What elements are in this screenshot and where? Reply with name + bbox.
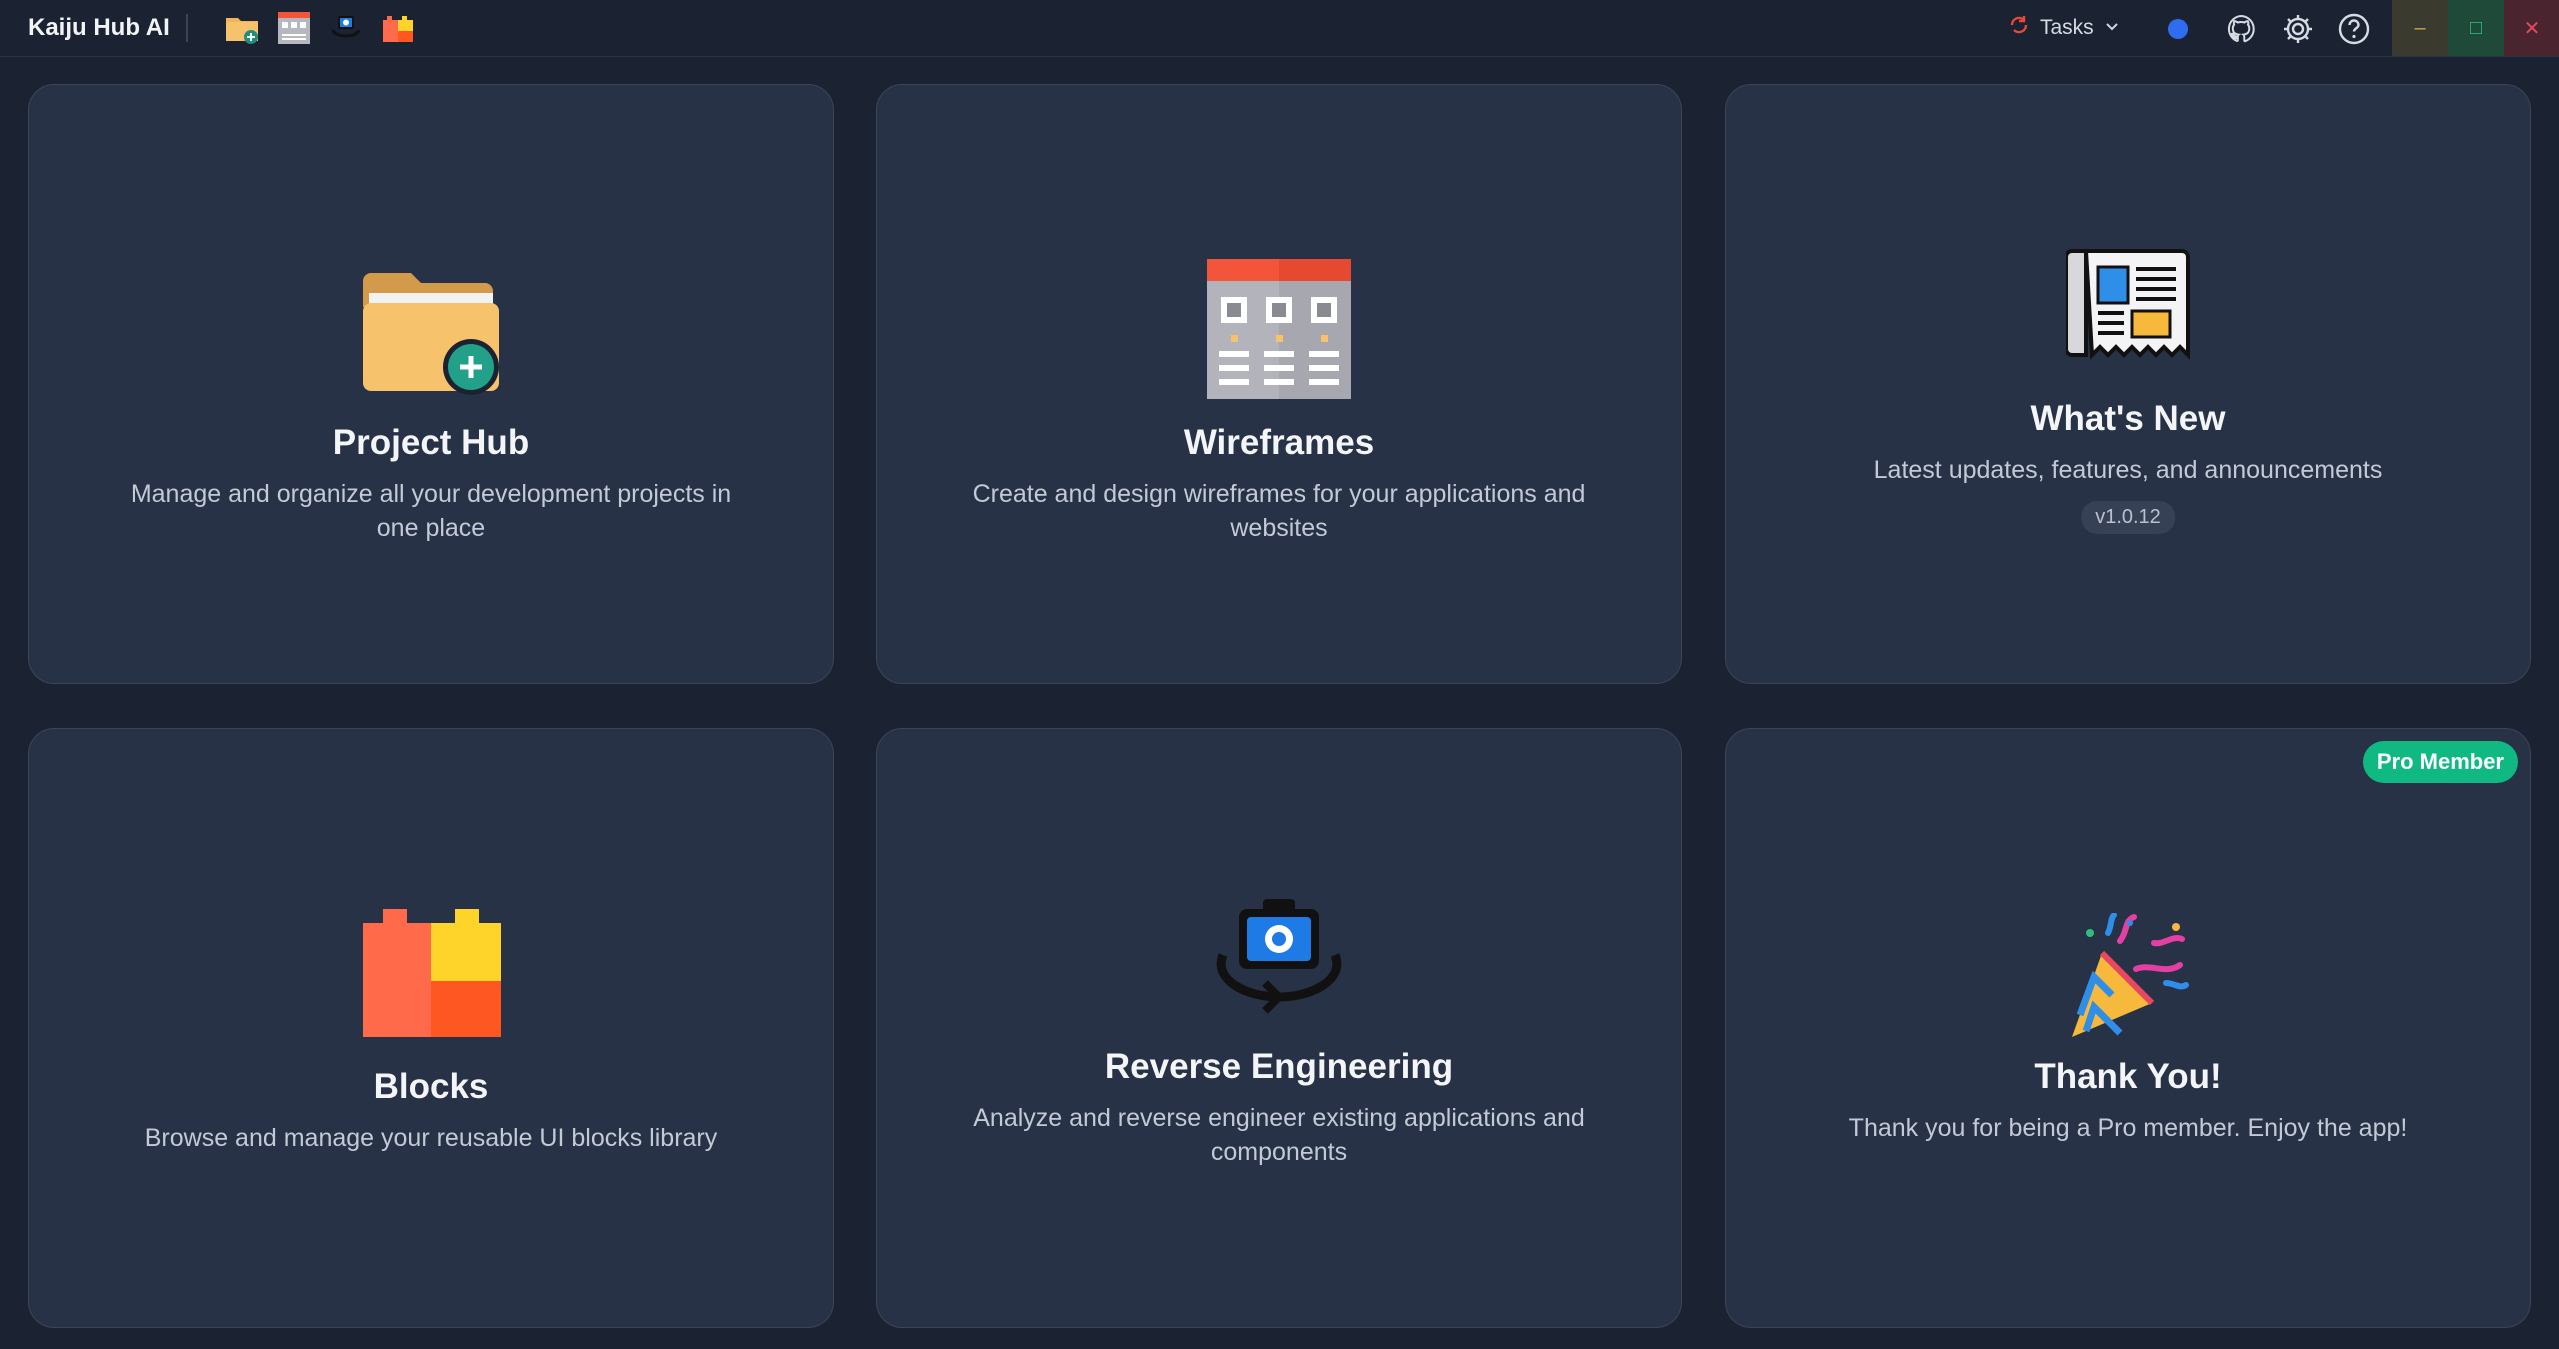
tasks-dropdown[interactable]: Tasks	[2008, 10, 2128, 46]
card-whats-new[interactable]: What's New Latest updates, features, and…	[1725, 84, 2531, 684]
tasks-label: Tasks	[2040, 16, 2094, 39]
card-title: Wireframes	[1183, 423, 1375, 462]
blocks-icon	[359, 909, 503, 1044]
card-title: Thank You!	[2034, 1057, 2222, 1096]
card-description: Browse and manage your reusable UI block…	[144, 1124, 718, 1152]
card-title: Reverse Engineering	[1104, 1047, 1454, 1086]
camera-rotate-icon	[1209, 899, 1349, 1024]
card-title: What's New	[2030, 399, 2226, 438]
close-button[interactable]: ✕	[2504, 0, 2559, 56]
gear-icon[interactable]	[2281, 12, 2315, 46]
folder-plus-icon	[359, 265, 503, 400]
card-reverse-engineering[interactable]: Reverse Engineering Analyze and reverse …	[876, 728, 1682, 1328]
minimize-button[interactable]: –	[2392, 0, 2448, 56]
wireframe-grid-icon	[1207, 259, 1351, 404]
card-wireframes[interactable]: Wireframes Create and design wireframes …	[876, 84, 1682, 684]
github-icon[interactable]	[2224, 12, 2258, 46]
card-blocks[interactable]: Blocks Browse and manage your reusable U…	[28, 728, 834, 1328]
app-title: Kaiju Hub AI	[28, 14, 170, 41]
maximize-button[interactable]: □	[2448, 0, 2504, 56]
card-description: Analyze and reverse engineer existing ap…	[973, 1104, 1585, 1166]
title-bar: Kaiju Hub AI Tasks – □ ✕	[0, 0, 2559, 57]
newspaper-icon	[2064, 247, 2190, 370]
card-project-hub[interactable]: Project Hub Manage and organize all your…	[28, 84, 834, 684]
party-popper-icon	[2066, 912, 2190, 1048]
help-icon[interactable]	[2337, 12, 2371, 46]
card-title: Project Hub	[332, 423, 530, 462]
wireframes-quick-icon[interactable]	[276, 10, 312, 46]
refresh-icon	[2008, 14, 2030, 42]
version-badge: v1.0.12	[2081, 501, 2175, 534]
blocks-quick-icon[interactable]	[380, 10, 416, 46]
card-description: Create and design wireframes for your ap…	[972, 480, 1586, 542]
toolbar-divider	[186, 14, 188, 42]
project-hub-quick-icon[interactable]	[224, 10, 260, 46]
reverse-engineering-quick-icon[interactable]	[328, 10, 364, 46]
card-description: Manage and organize all your development…	[130, 480, 732, 542]
chevron-down-icon	[2104, 16, 2120, 40]
card-thank-you[interactable]: Pro Member Thank You! Thank you for bein…	[1725, 728, 2531, 1328]
card-title: Blocks	[373, 1067, 489, 1106]
pro-member-badge: Pro Member	[2362, 741, 2518, 783]
card-description: Latest updates, features, and announceme…	[1873, 456, 2383, 484]
status-indicator[interactable]	[2168, 19, 2188, 39]
card-description: Thank you for being a Pro member. Enjoy …	[1848, 1114, 2408, 1142]
